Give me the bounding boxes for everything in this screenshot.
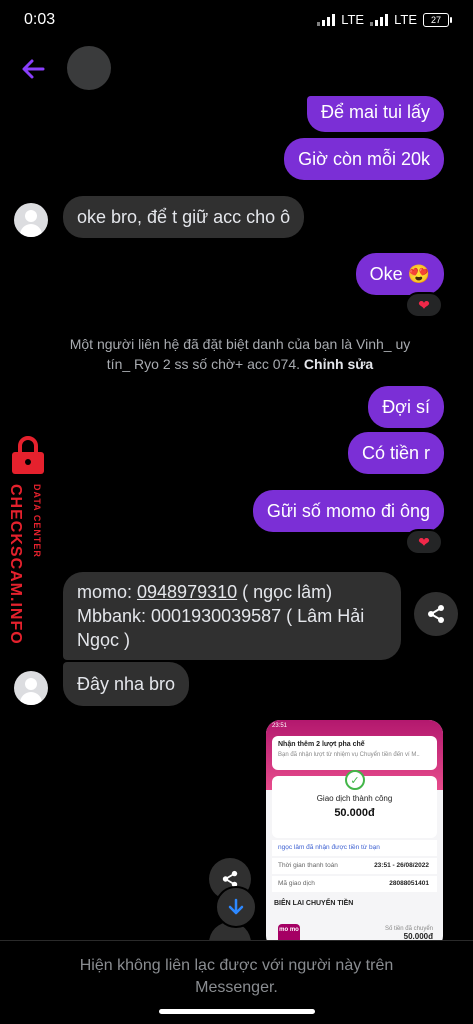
message-outgoing[interactable]: Có tiền r <box>347 432 444 474</box>
heart-reaction-icon[interactable]: ❤ <box>405 292 443 318</box>
status-indicators: LTE LTE 27 <box>317 12 452 27</box>
momo-prefix: momo: <box>77 582 138 602</box>
message-outgoing[interactable]: Oke 😍 <box>355 253 444 295</box>
notice-title: Nhận thêm 2 lượt pha chế <box>278 741 365 748</box>
scroll-down-button[interactable] <box>215 886 257 928</box>
message-outgoing[interactable]: Gữi số momo đi ông <box>252 490 444 532</box>
nickname-system-note: Một người liên hệ đã đặt biệt danh của b… <box>60 334 420 374</box>
bank-line: Mbbank: 0001930039587 ( Lâm Hải Ngọc ) <box>77 606 365 650</box>
battery-icon: 27 <box>423 12 452 27</box>
back-button[interactable] <box>18 54 48 84</box>
back-arrow-icon <box>22 59 45 79</box>
lock-icon <box>12 436 44 474</box>
receipt-section-title: BIÊN LAI CHUYỂN TIỀN <box>274 900 354 907</box>
time-value: 23:51 - 26/08/2022 <box>374 862 429 869</box>
thumbnail-notice: Nhận thêm 2 lượt pha chế Bạn đã nhận lượ… <box>272 736 437 770</box>
share-button[interactable] <box>414 592 458 636</box>
share-icon <box>428 605 444 623</box>
txn-label: Mã giao dịch <box>278 880 315 887</box>
arrow-down-icon <box>228 898 244 915</box>
status-time: 0:03 <box>24 11 56 28</box>
unavailable-text: Hiện không liên lạc được với người này t… <box>79 957 394 996</box>
transaction-status: Giao dịch thành công <box>316 794 393 803</box>
contact-avatar[interactable] <box>67 46 111 90</box>
transaction-card: ✓ Giao dịch thành công 50.000đ <box>272 770 437 838</box>
home-indicator[interactable] <box>159 1009 315 1014</box>
signal-icon <box>317 13 336 26</box>
message-incoming[interactable]: oke bro, để t giữ acc cho ô <box>63 196 305 238</box>
message-outgoing[interactable]: Đợi sí <box>368 386 444 428</box>
time-row: Thời gian thanh toán 23:51 - 26/08/2022 <box>272 858 437 874</box>
transaction-amount: 50.000đ <box>334 807 375 819</box>
phone-number-link[interactable]: 0948979310 <box>137 582 237 602</box>
recipient-note: ngọc lâm đã nhận được tiền từ bạn <box>272 840 437 856</box>
image-attachment[interactable]: 23:51 Nhận thêm 2 lượt pha chế Bạn đã nh… <box>266 720 443 950</box>
watermark-brand: CHECKSCAM.INFO <box>7 484 24 645</box>
contact-avatar-small[interactable] <box>14 671 48 705</box>
momo-suffix: ( ngọc lâm) <box>237 582 333 602</box>
time-label: Thời gian thanh toán <box>278 862 338 869</box>
signal-icon <box>370 13 389 26</box>
check-icon: ✓ <box>345 770 365 790</box>
txn-row: Mã giao dịch 28088051401 <box>272 876 437 892</box>
txn-value: 28088051401 <box>389 880 429 887</box>
message-incoming[interactable]: Đây nha bro <box>63 662 190 706</box>
conversation-header <box>0 44 473 92</box>
edit-nickname-link[interactable]: Chỉnh sửa <box>304 356 373 372</box>
fee-block: Số tiền đã chuyển 50.000đ <box>385 926 433 941</box>
watermark: CHECKSCAM.INFO DATA CENTER <box>2 436 52 672</box>
notice-sub: Bạn đã nhận lượt từ nhiệm vụ Chuyển tiền… <box>278 752 420 758</box>
heart-reaction-icon[interactable]: ❤ <box>405 529 443 555</box>
contact-avatar-small[interactable] <box>14 203 48 237</box>
message-outgoing[interactable]: Để mai tui lấy <box>306 96 444 132</box>
watermark-sub: DATA CENTER <box>32 484 42 558</box>
thumbnail-time: 23:51 <box>272 723 288 729</box>
status-bar: 0:03 LTE LTE 27 <box>0 0 473 40</box>
network-label-1: LTE <box>341 12 365 27</box>
network-label-2: LTE <box>394 12 417 27</box>
composer-unavailable-notice: Hiện không liên lạc được với người này t… <box>0 940 473 1024</box>
message-incoming-account[interactable]: momo: 0948979310 ( ngọc lâm) Mbbank: 000… <box>63 572 401 660</box>
message-outgoing[interactable]: Giờ còn mỗi 20k <box>284 138 444 180</box>
